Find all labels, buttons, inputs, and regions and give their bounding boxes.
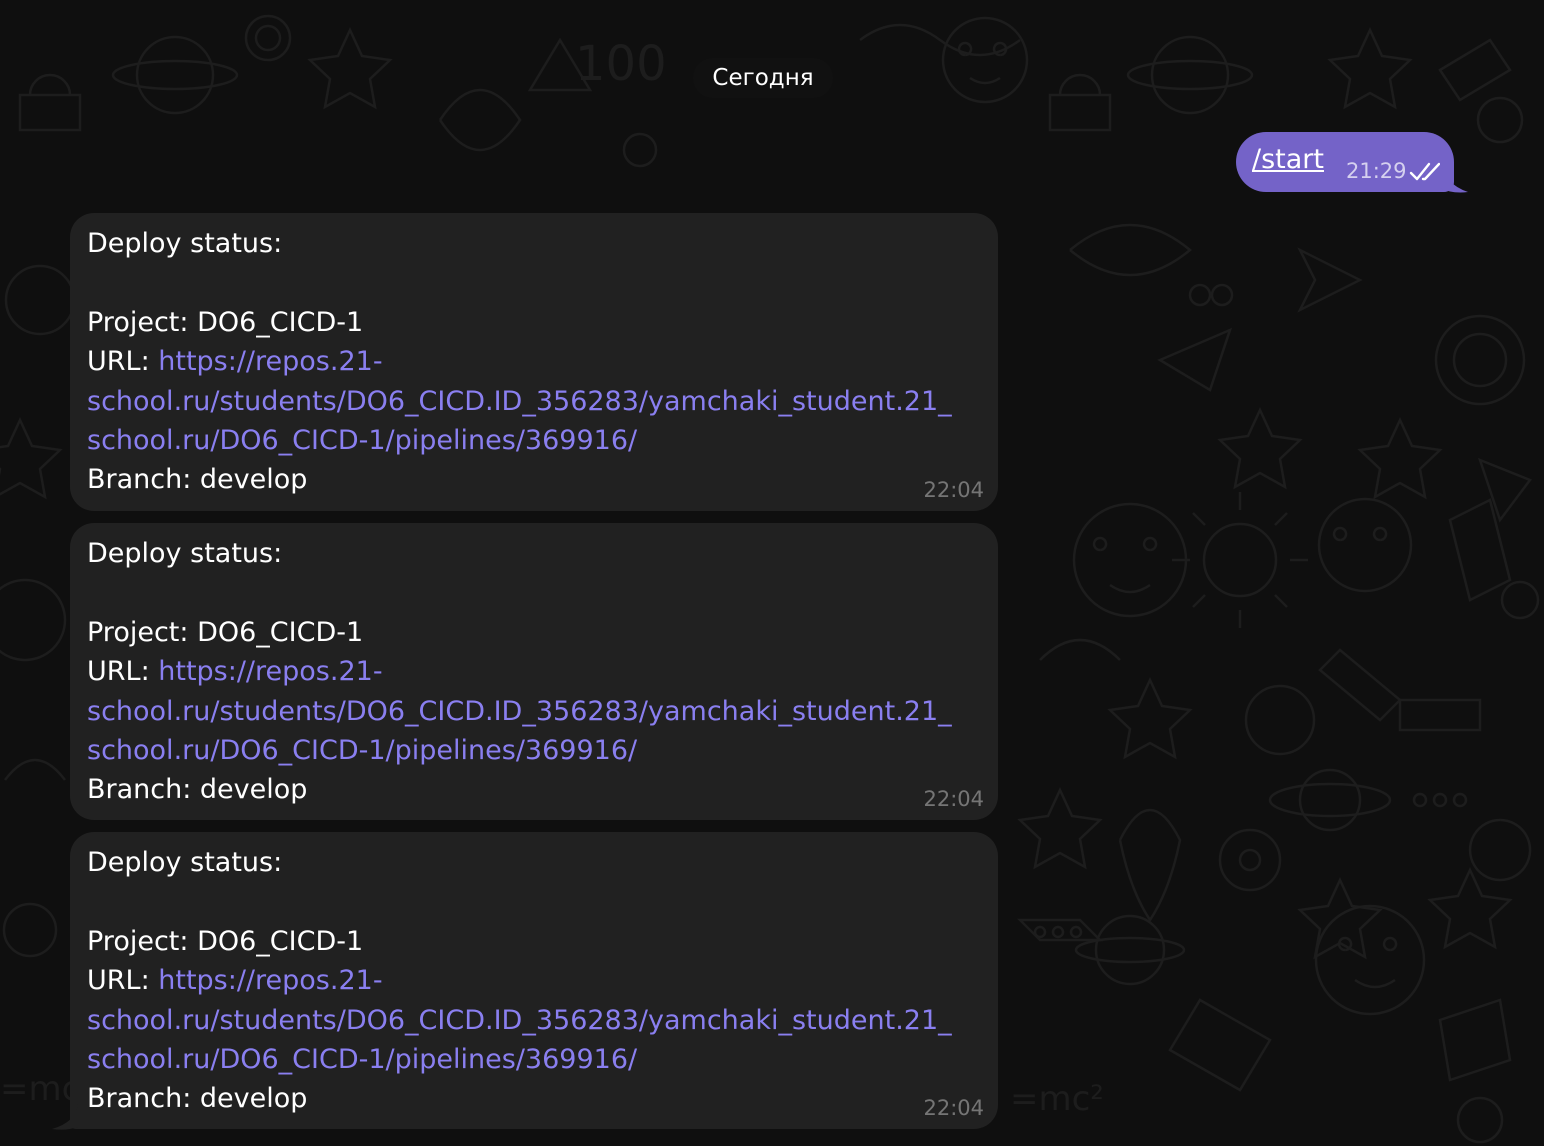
branch-label: Branch:	[87, 464, 200, 496]
branch-line: Branch: develop	[87, 1079, 987, 1118]
chat-background: 100 =mc² =mc² Сегодня /start 21:29 Deplo…	[0, 0, 1544, 1146]
branch-line: Branch: develop	[87, 770, 987, 809]
project-line: Project: DO6_CICD-1	[87, 922, 987, 961]
date-separator: Сегодня	[693, 58, 833, 98]
message-text: Deploy status: Project: DO6_CICD-1 URL: …	[87, 534, 987, 810]
incoming-message[interactable]: Deploy status: Project: DO6_CICD-1 URL: …	[70, 523, 998, 820]
message-text: Deploy status: Project: DO6_CICD-1 URL: …	[87, 843, 987, 1119]
branch-line: Branch: develop	[87, 460, 987, 499]
branch-value: develop	[199, 1083, 308, 1115]
incoming-message[interactable]: Deploy status: Project: DO6_CICD-1 URL: …	[70, 213, 998, 511]
url-label: URL:	[87, 346, 159, 378]
pipeline-url-link[interactable]: school.ru/DO6_CICD-1/pipelines/369916/	[87, 731, 987, 770]
incoming-message[interactable]: Deploy status: Project: DO6_CICD-1 URL: …	[70, 832, 998, 1129]
pipeline-url-link[interactable]: school.ru/students/DO6_CICD.ID_356283/ya…	[87, 382, 987, 421]
start-command-link[interactable]: /start	[1252, 143, 1324, 177]
pipeline-url-link[interactable]: school.ru/students/DO6_CICD.ID_356283/ya…	[87, 1001, 987, 1040]
branch-label: Branch:	[87, 774, 200, 806]
deploy-status-title: Deploy status:	[87, 538, 283, 569]
deploy-status-title: Deploy status:	[87, 847, 283, 878]
pipeline-url-link[interactable]: https://repos.21-	[158, 965, 382, 996]
incoming-bubble-tail	[52, 1104, 78, 1130]
svg-text:100: 100	[575, 36, 667, 92]
message-time: 22:04	[923, 478, 984, 502]
url-label: URL:	[87, 965, 159, 997]
project-label: Project:	[87, 306, 198, 338]
pipeline-url-link[interactable]: school.ru/DO6_CICD-1/pipelines/369916/	[87, 421, 987, 460]
branch-label: Branch:	[87, 1083, 200, 1115]
url-line: URL: https://repos.21-	[87, 652, 987, 691]
project-label: Project:	[87, 616, 198, 648]
pipeline-url-link[interactable]: https://repos.21-	[158, 346, 382, 377]
project-label: Project:	[87, 925, 198, 957]
branch-value: develop	[199, 774, 308, 806]
pipeline-url-link[interactable]: school.ru/DO6_CICD-1/pipelines/369916/	[87, 1040, 987, 1079]
project-value: DO6_CICD-1	[197, 925, 364, 957]
outgoing-message-meta: 21:29	[1346, 158, 1445, 184]
pipeline-url-link[interactable]: https://repos.21-	[158, 656, 382, 687]
url-line: URL: https://repos.21-	[87, 961, 987, 1000]
message-time: 22:04	[923, 1096, 984, 1120]
url-label: URL:	[87, 656, 159, 688]
url-line: URL: https://repos.21-	[87, 342, 987, 381]
message-text: Deploy status: Project: DO6_CICD-1 URL: …	[87, 224, 987, 500]
outgoing-bubble-tail	[1440, 160, 1468, 193]
deploy-status-title: Deploy status:	[87, 228, 283, 259]
outgoing-message[interactable]: /start 21:29	[1236, 132, 1454, 192]
project-value: DO6_CICD-1	[197, 306, 364, 338]
project-value: DO6_CICD-1	[197, 616, 364, 648]
message-time: 22:04	[923, 787, 984, 811]
branch-value: develop	[199, 464, 308, 496]
outgoing-message-time: 21:29	[1346, 159, 1407, 183]
svg-text:=mc²: =mc²	[1010, 1079, 1104, 1119]
pipeline-url-link[interactable]: school.ru/students/DO6_CICD.ID_356283/ya…	[87, 692, 987, 731]
project-line: Project: DO6_CICD-1	[87, 613, 987, 652]
project-line: Project: DO6_CICD-1	[87, 303, 987, 342]
